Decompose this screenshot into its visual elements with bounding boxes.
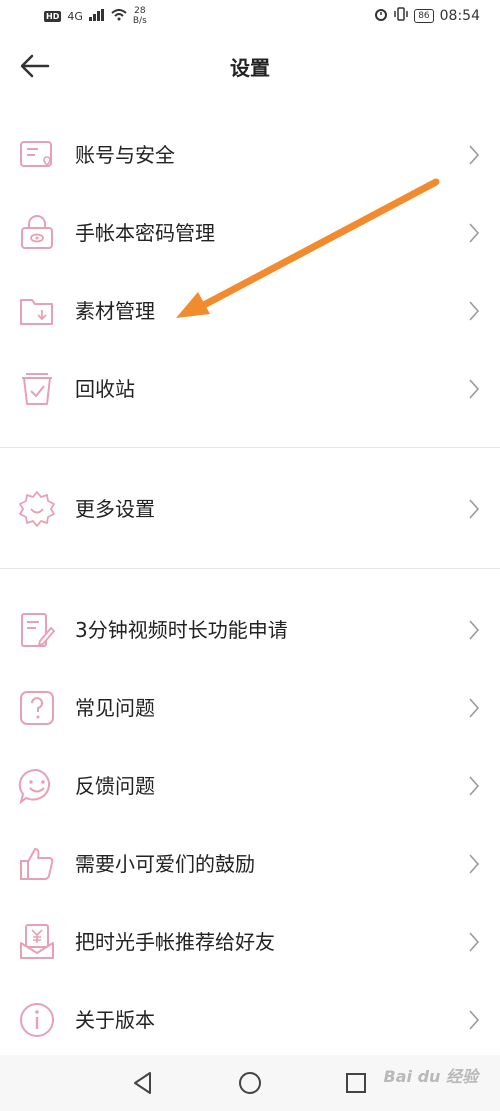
status-right: 86 08:54 — [374, 7, 480, 25]
net-speed: 28 B/s — [133, 6, 147, 26]
chevron-right-icon — [468, 1009, 480, 1031]
settings-item-video-duration-apply[interactable]: 3分钟视频时长功能申请 — [0, 591, 500, 669]
settings-item-label: 反馈问题 — [75, 774, 155, 798]
settings-item-account-security[interactable]: 账号与安全 — [0, 116, 500, 194]
lock-icon — [18, 214, 56, 252]
settings-item-label: 关于版本 — [75, 1008, 155, 1032]
chevron-right-icon — [468, 697, 480, 719]
section-divider — [0, 447, 500, 448]
thumbs-up-icon — [18, 845, 56, 883]
chevron-right-icon — [468, 498, 480, 520]
settings-item-label: 账号与安全 — [75, 143, 175, 167]
settings-item-faq[interactable]: 常见问题 — [0, 669, 500, 747]
nav-home-icon[interactable] — [237, 1070, 263, 1096]
smile-chat-icon — [18, 767, 56, 805]
settings-item-encourage[interactable]: 需要小可爱们的鼓励 — [0, 825, 500, 903]
chevron-right-icon — [468, 144, 480, 166]
top-bar: 设置 — [0, 34, 500, 98]
chevron-right-icon — [468, 619, 480, 641]
chevron-right-icon — [468, 300, 480, 322]
recycle-bin-icon — [18, 370, 56, 408]
settings-item-more-settings[interactable]: 更多设置 — [0, 470, 500, 548]
settings-item-label: 把时光手帐推荐给好友 — [75, 930, 275, 954]
settings-item-label: 回收站 — [75, 377, 135, 401]
battery-level: 86 — [414, 9, 434, 23]
vibrate-icon — [394, 7, 408, 25]
settings-item-recycle-bin[interactable]: 回收站 — [0, 350, 500, 428]
settings-item-label: 常见问题 — [75, 696, 155, 720]
alarm-icon — [374, 7, 388, 25]
settings-item-feedback[interactable]: 反馈问题 — [0, 747, 500, 825]
account-security-icon — [18, 136, 56, 174]
net-speed-value: 28 — [134, 6, 146, 16]
chevron-right-icon — [468, 775, 480, 797]
settings-item-label: 需要小可爱们的鼓励 — [75, 852, 255, 876]
recommend-gift-icon — [18, 923, 56, 961]
settings-item-label: 素材管理 — [75, 299, 155, 323]
gear-icon — [18, 490, 56, 528]
settings-item-label: 3分钟视频时长功能申请 — [75, 618, 288, 642]
signal-icon — [88, 8, 105, 24]
watermark: Bai du 经验 — [383, 1067, 478, 1086]
status-bar: HD 4G 28 B/s 86 08:54 — [0, 0, 500, 34]
chevron-right-icon — [468, 378, 480, 400]
chevron-right-icon — [468, 853, 480, 875]
clock: 08:54 — [439, 8, 480, 24]
network-type: 4G — [67, 9, 83, 23]
edit-document-icon — [18, 611, 56, 649]
chevron-right-icon — [468, 222, 480, 244]
page-title: 设置 — [230, 56, 270, 80]
wifi-icon — [111, 8, 127, 24]
hd-badge: HD — [44, 10, 62, 22]
info-icon — [18, 1001, 56, 1039]
status-left: HD 4G 28 B/s — [44, 6, 147, 26]
settings-item-label: 手帐本密码管理 — [75, 221, 215, 245]
nav-back-icon[interactable] — [130, 1070, 156, 1096]
settings-item-about-version[interactable]: 关于版本 — [0, 981, 500, 1059]
folder-download-icon — [18, 292, 56, 330]
net-speed-unit: B/s — [132, 16, 147, 26]
settings-item-material-management[interactable]: 素材管理 — [0, 272, 500, 350]
settings-item-recommend[interactable]: 把时光手帐推荐给好友 — [0, 903, 500, 981]
settings-item-label: 更多设置 — [75, 497, 155, 521]
question-icon — [18, 689, 56, 727]
nav-recents-icon[interactable] — [343, 1070, 369, 1096]
settings-item-notebook-password[interactable]: 手帐本密码管理 — [0, 194, 500, 272]
chevron-right-icon — [468, 931, 480, 953]
section-divider — [0, 568, 500, 569]
